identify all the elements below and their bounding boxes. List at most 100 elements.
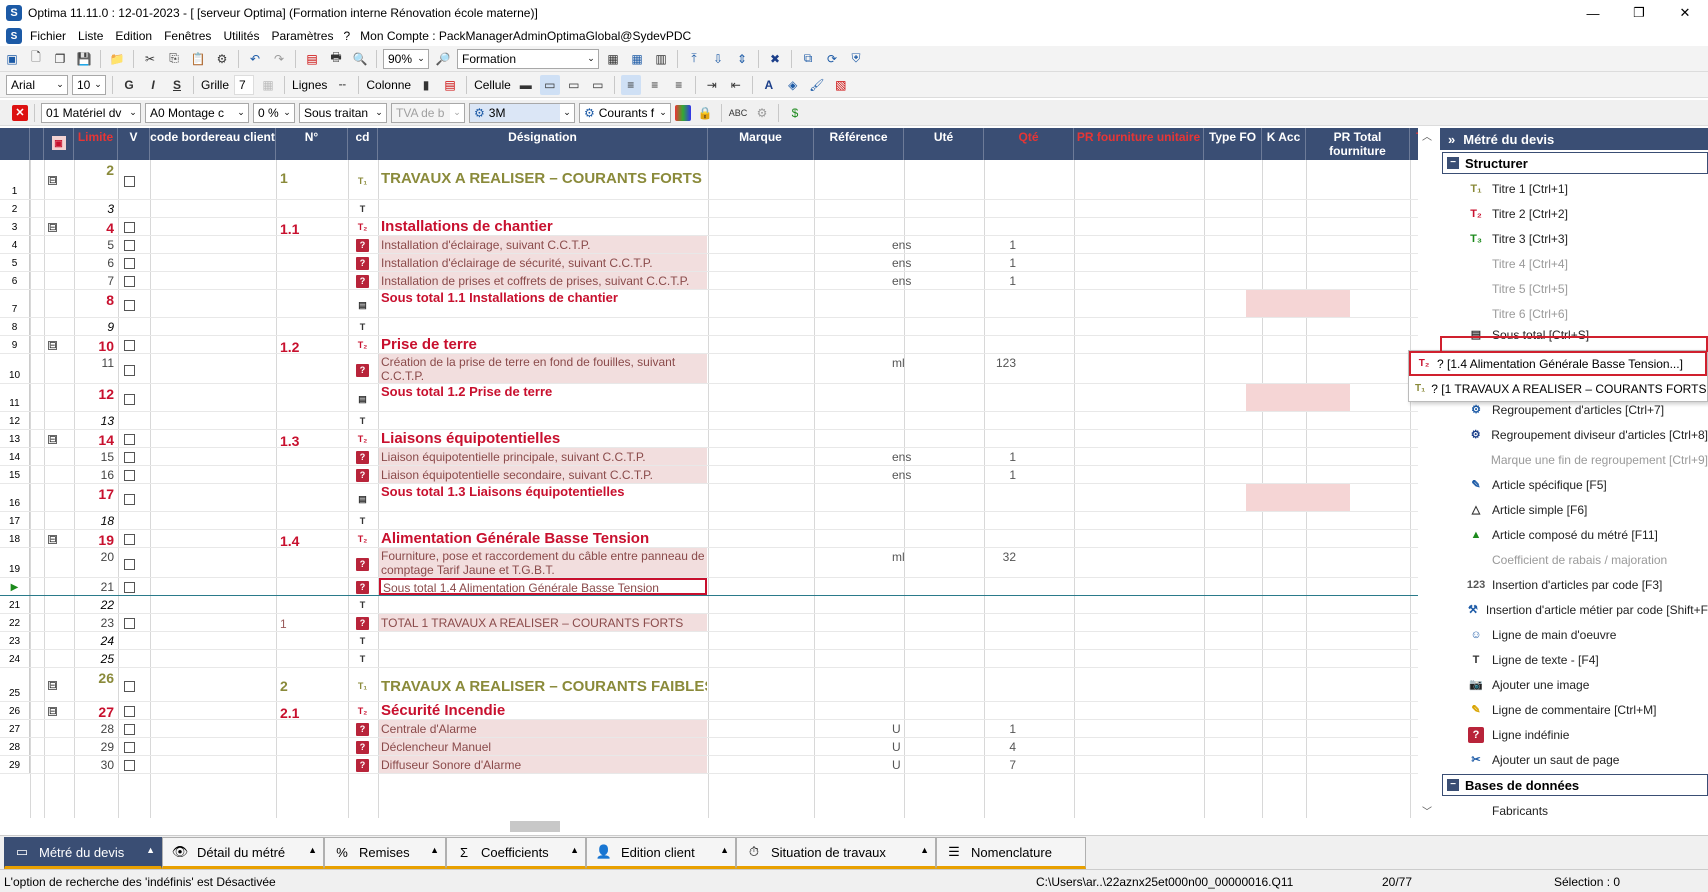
soustraitance-select[interactable]: Sous traitan ⌄ bbox=[299, 102, 387, 123]
quantity-cell[interactable]: 32 bbox=[940, 548, 1016, 577]
validation-checkbox[interactable] bbox=[124, 582, 135, 593]
outdent-icon[interactable]: ⇤ bbox=[726, 75, 746, 95]
quantity-cell[interactable]: 1 bbox=[940, 466, 1016, 483]
limit-cell[interactable]: 17 bbox=[74, 484, 118, 511]
zoom-select[interactable]: 90% ⌄ bbox=[383, 48, 429, 69]
code-cell[interactable]: ? bbox=[356, 581, 372, 595]
paste-special-icon[interactable]: ⚙ bbox=[212, 49, 232, 69]
col-header-designation[interactable]: Désignation bbox=[378, 128, 708, 160]
limit-cell[interactable]: 25 bbox=[74, 650, 118, 667]
row-number[interactable]: 29 bbox=[0, 756, 30, 773]
code-cell[interactable]: T₂ bbox=[356, 705, 372, 719]
validation-checkbox[interactable] bbox=[124, 222, 135, 233]
tab-nomenclature[interactable]: ☰ Nomenclature bbox=[936, 837, 1086, 869]
table-icon[interactable]: ▦ bbox=[627, 49, 647, 69]
limit-cell[interactable]: 26 bbox=[74, 668, 118, 701]
limit-cell[interactable]: 9 bbox=[74, 318, 118, 335]
row-number[interactable]: 28 bbox=[0, 738, 30, 755]
col-header-kacc[interactable]: K Acc bbox=[1262, 128, 1306, 160]
collapse-icon[interactable]: ⊟ bbox=[48, 535, 57, 544]
table-row[interactable]: 18 ⊟ 19 1.4 T₂ Alimentation Générale Basse Te… bbox=[0, 530, 1418, 548]
table-row[interactable]: 13 ⊟ 14 1.3 T₂ Liaisons équipotentielles bbox=[0, 430, 1418, 448]
table-row[interactable]: 10 11? Création de la prise de terre en fo… bbox=[0, 354, 1418, 384]
designation-cell[interactable]: Alimentation Générale Basse Tension bbox=[379, 530, 707, 547]
row-number[interactable]: 25 bbox=[0, 668, 30, 701]
code-cell[interactable]: ? bbox=[356, 257, 372, 271]
validation-checkbox[interactable] bbox=[124, 240, 135, 251]
checkbox-cell[interactable] bbox=[124, 452, 138, 464]
designation-cell[interactable]: Liaison équipotentielle principale, suiv… bbox=[379, 448, 707, 465]
menu-edition[interactable]: Edition bbox=[109, 29, 158, 43]
validation-checkbox[interactable] bbox=[124, 470, 135, 481]
menu-liste[interactable]: Liste bbox=[72, 29, 109, 43]
minimize-button[interactable]: — bbox=[1570, 0, 1616, 26]
open-folder-icon[interactable]: 📁 bbox=[107, 49, 127, 69]
grid-icon[interactable]: ▦ bbox=[258, 75, 278, 95]
lock-icon[interactable]: 🔒 bbox=[695, 103, 715, 123]
code-cell[interactable]: T bbox=[356, 515, 372, 529]
table-row[interactable]: 15 16? Liaison équipotentielle secondaire,… bbox=[0, 466, 1418, 484]
checkbox-cell[interactable] bbox=[124, 365, 138, 377]
designation-cell[interactable]: Centrale d'Alarme bbox=[379, 720, 707, 737]
collapse-icon[interactable]: ⊟ bbox=[48, 223, 57, 232]
checkbox-cell[interactable] bbox=[124, 434, 138, 446]
row-number[interactable]: 2 bbox=[0, 200, 30, 217]
row-number[interactable]: 16 bbox=[0, 484, 30, 511]
tools-icon[interactable]: ✖ bbox=[765, 49, 785, 69]
number-cell[interactable]: 1.3 bbox=[280, 430, 348, 447]
limit-cell[interactable]: 30 bbox=[74, 756, 118, 773]
table-row[interactable]: 1 ⊟ 2 1 T₁ TRAVAUX A REALISER – COURANTS FORT… bbox=[0, 160, 1418, 200]
row-number[interactable]: 18 bbox=[0, 530, 30, 547]
table-row[interactable]: 3 ⊟ 4 1.1 T₂ Installations de chantier bbox=[0, 218, 1418, 236]
designation-cell[interactable]: Installation d'éclairage, suivant C.C.T.… bbox=[379, 236, 707, 253]
expander[interactable]: ⊟ bbox=[48, 535, 62, 545]
code-cell[interactable]: T₂ bbox=[356, 221, 372, 235]
collapse-icon[interactable]: ⊟ bbox=[48, 681, 57, 690]
vertical-scrollbar[interactable]: ︿ ﹀ bbox=[1418, 128, 1440, 818]
menu-fenetres[interactable]: Fenêtres bbox=[158, 29, 217, 43]
validation-checkbox[interactable] bbox=[124, 452, 135, 463]
cell-style-icon[interactable]: ▬ bbox=[516, 75, 536, 95]
close-button[interactable]: ✕ bbox=[1662, 0, 1708, 26]
col-header-pru[interactable]: PR fourniture unitaire bbox=[1074, 128, 1204, 160]
code-cell[interactable]: T bbox=[356, 635, 372, 649]
code-cell[interactable]: ? bbox=[356, 759, 372, 773]
color-grid-icon[interactable] bbox=[675, 104, 691, 121]
row-number[interactable]: ▶ bbox=[0, 578, 30, 595]
designation-cell[interactable]: Installation d'éclairage de sécurité, su… bbox=[379, 254, 707, 271]
collapse-icon[interactable]: − bbox=[1447, 157, 1459, 169]
col-header-typefo[interactable]: Type FO bbox=[1204, 128, 1262, 160]
tab-coefficients[interactable]: Σ Coefficients ▲ bbox=[446, 837, 586, 869]
table-row[interactable]: 27 28? Centrale d'Alarme U 1 bbox=[0, 720, 1418, 738]
fill-color-icon[interactable]: ◈ bbox=[783, 75, 803, 95]
checkbox-cell[interactable] bbox=[124, 340, 138, 352]
limit-cell[interactable]: 10 bbox=[74, 336, 118, 353]
code-cell[interactable]: T₂ bbox=[356, 533, 372, 547]
row-number[interactable]: 7 bbox=[0, 290, 30, 317]
code-cell[interactable]: ? bbox=[356, 617, 372, 631]
collapse-icon[interactable]: ⊟ bbox=[48, 435, 57, 444]
code-cell[interactable]: ? bbox=[356, 239, 372, 253]
limit-cell[interactable]: 27 bbox=[74, 702, 118, 719]
designation-cell[interactable]: Liaison équipotentielle secondaire, suiv… bbox=[379, 466, 707, 483]
col-header-qte[interactable]: Qté bbox=[984, 128, 1074, 160]
section-bases[interactable]: − Bases de données bbox=[1442, 774, 1708, 796]
side-item[interactable]: 📷 Ajouter une image bbox=[1440, 672, 1708, 697]
border-mid-icon[interactable]: ▭ bbox=[564, 75, 584, 95]
validation-checkbox[interactable] bbox=[124, 706, 135, 717]
copy-doc-icon[interactable]: ❐ bbox=[50, 49, 70, 69]
expander[interactable]: ⊟ bbox=[48, 681, 62, 691]
format-painter-icon[interactable]: 🖌 bbox=[807, 75, 827, 95]
limit-cell[interactable]: 7 bbox=[74, 272, 118, 289]
designation-cell[interactable]: Création de la prise de terre en fond de… bbox=[379, 354, 707, 383]
expander[interactable]: ⊟ bbox=[48, 707, 62, 717]
col-header-prtotal[interactable]: PR Total fourniture bbox=[1306, 128, 1410, 160]
code-cell[interactable]: T bbox=[356, 415, 372, 429]
limit-cell[interactable]: 5 bbox=[74, 236, 118, 253]
row-number[interactable]: 9 bbox=[0, 336, 30, 353]
code-cell[interactable]: ? bbox=[356, 275, 372, 289]
table-row[interactable]: 12 13 T bbox=[0, 412, 1418, 430]
limit-cell[interactable]: 15 bbox=[74, 448, 118, 465]
expander[interactable]: ⊟ bbox=[48, 435, 62, 445]
settings-icon[interactable]: ⚙ bbox=[752, 103, 772, 123]
